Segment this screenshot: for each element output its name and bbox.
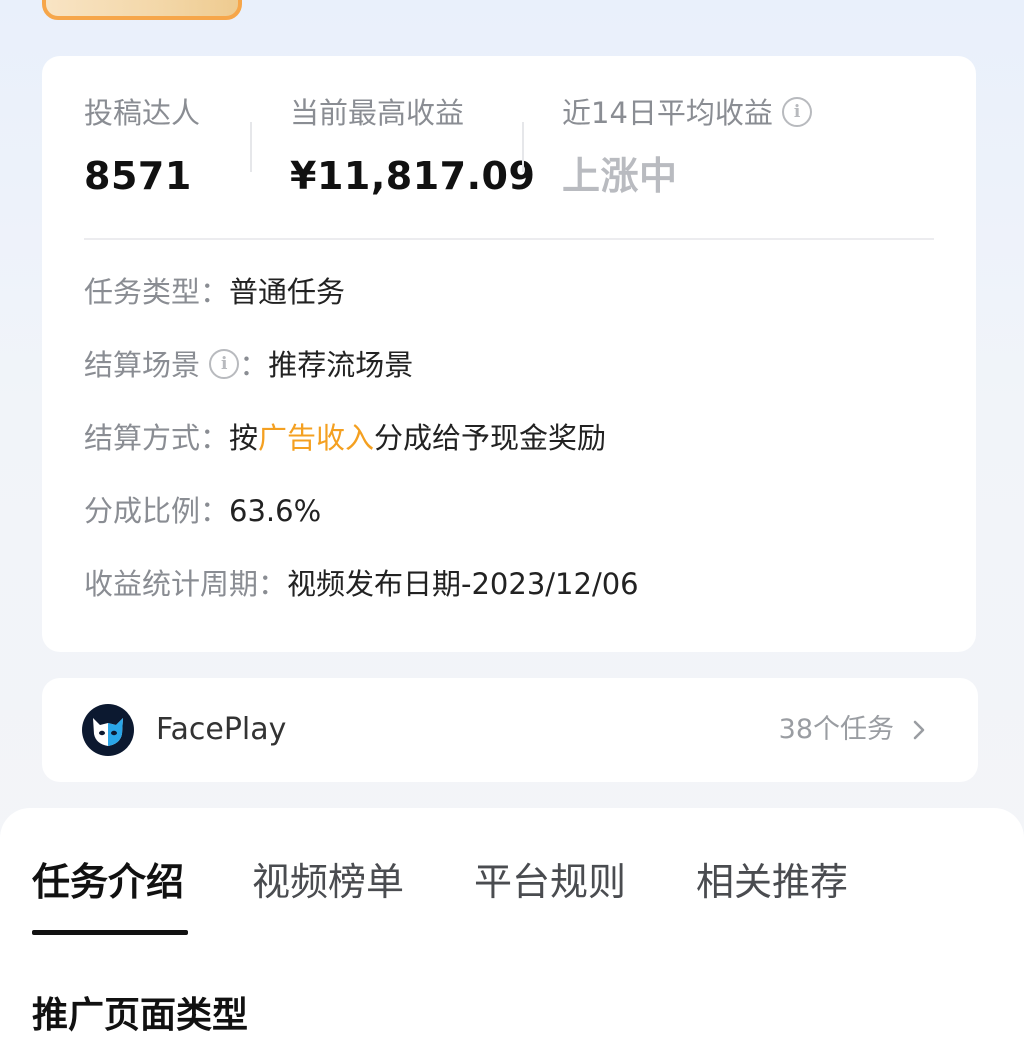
detail-settle-method-pre: 按	[229, 421, 259, 455]
chevron-right-icon	[913, 720, 925, 740]
stat-max-earning-label: 当前最高收益	[290, 96, 465, 130]
stat-max-earning-value: ¥11,817.09	[290, 154, 536, 198]
stat-avg14-value: 上涨中	[562, 154, 678, 198]
detail-settle-scene-key: 结算场景	[84, 348, 201, 382]
stat-avg14-label: 近14日平均收益 i	[562, 96, 813, 130]
tab-platform-rules[interactable]: 平台规则	[474, 858, 626, 906]
info-icon[interactable]: i	[209, 349, 240, 379]
task-stats-card: 投稿达人 8571 当前最高收益 ¥11,817.09 近14日平均收益 i 上…	[42, 56, 976, 652]
detail-task-type: 任务类型：普通任务	[84, 274, 345, 310]
info-icon[interactable]: i	[782, 97, 813, 127]
detail-settle-scene-value: 推荐流场景	[268, 348, 414, 382]
tab-video-ranking[interactable]: 视频榜单	[252, 858, 404, 906]
detail-share-ratio: 分成比例：63.6%	[84, 493, 321, 529]
app-name: FacePlay	[156, 712, 287, 747]
stats-row: 投稿达人 8571 当前最高收益 ¥11,817.09 近14日平均收益 i 上…	[42, 56, 976, 216]
detail-task-type-value: 普通任务	[229, 275, 346, 309]
stat-divider	[522, 122, 524, 172]
detail-settle-method: 结算方式：按广告收入分成给予现金奖励	[84, 420, 606, 456]
detail-settle-method-post: 分成给予现金奖励	[374, 421, 607, 455]
tab-related-recommendations[interactable]: 相关推荐	[696, 858, 848, 906]
stat-divider	[250, 122, 252, 172]
detail-stat-period: 收益统计周期：视频发布日期-2023/12/06	[84, 566, 639, 602]
detail-share-ratio-value: 63.6%	[229, 494, 322, 528]
detail-share-ratio-key: 分成比例：	[84, 494, 230, 528]
divider	[84, 238, 934, 240]
stat-creators-label: 投稿达人	[84, 96, 201, 130]
detail-settle-method-highlight: 广告收入	[258, 421, 375, 455]
stat-avg14: 近14日平均收益 i 上涨中	[562, 96, 813, 198]
detail-settle-scene: 结算场景 i ：推荐流场景	[84, 347, 413, 383]
detail-stat-period-key: 收益统计周期：	[84, 567, 288, 601]
stat-max-earning: 当前最高收益 ¥11,817.09	[290, 96, 535, 198]
faceplay-logo-icon	[82, 704, 134, 756]
stat-creators-value: 8571	[84, 154, 192, 198]
banner-thumbnail[interactable]	[42, 0, 242, 20]
stat-avg14-label-text: 近14日平均收益	[562, 96, 773, 130]
active-tab-indicator	[32, 930, 188, 935]
detail-settle-method-key: 结算方式：	[84, 421, 230, 455]
section-title: 推广页面类型	[32, 995, 249, 1036]
app-task-count: 38个任务	[778, 714, 894, 745]
detail-tabs-panel: 任务介绍 视频榜单 平台规则 相关推荐 推广页面类型	[0, 808, 1024, 1048]
tab-task-intro[interactable]: 任务介绍	[32, 858, 184, 906]
detail-settle-scene-colon: ：	[239, 348, 269, 382]
stat-creators: 投稿达人 8571	[84, 96, 200, 198]
app-entry-row[interactable]: FacePlay 38个任务	[42, 678, 978, 782]
detail-task-type-key: 任务类型：	[84, 275, 230, 309]
detail-stat-period-value: 视频发布日期-2023/12/06	[287, 567, 639, 601]
